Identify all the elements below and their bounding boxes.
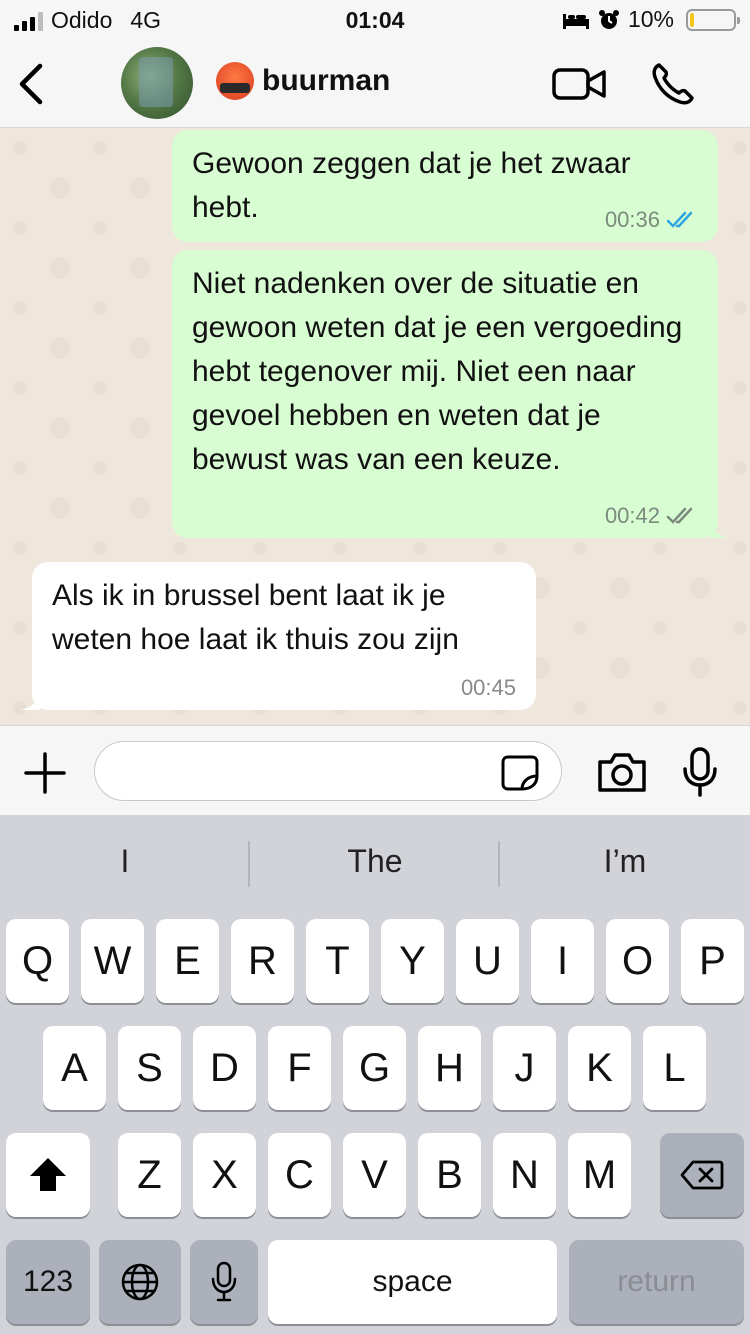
message-time: 00:42 <box>604 503 660 528</box>
double-check-delivered-icon <box>666 507 693 524</box>
key-v[interactable]: V <box>343 1133 406 1217</box>
message-text: Als ik in brussel bent laat ik je weten … <box>52 579 459 656</box>
key-o[interactable]: O <box>606 919 669 1003</box>
key-w[interactable]: W <box>81 919 144 1003</box>
dictation-key[interactable] <box>190 1240 258 1324</box>
key-u[interactable]: U <box>456 919 519 1003</box>
suggestion-1[interactable]: I <box>0 843 250 880</box>
phone-call-icon[interactable] <box>649 60 697 108</box>
microphone-icon[interactable] <box>682 746 718 798</box>
outgoing-message[interactable]: Niet nadenken over de situatie en gewoon… <box>172 250 730 538</box>
key-a[interactable]: A <box>43 1026 106 1110</box>
message-text: Niet nadenken over de situatie en gewoon… <box>192 267 683 476</box>
status-right: 10% <box>562 6 740 33</box>
key-m[interactable]: M <box>568 1133 631 1217</box>
predictive-bar: I The I’m <box>0 815 750 911</box>
avatar[interactable] <box>121 47 193 119</box>
key-z[interactable]: Z <box>118 1133 181 1217</box>
key-l[interactable]: L <box>643 1026 706 1110</box>
message-meta: 00:36 <box>605 208 698 232</box>
alarm-clock-icon <box>598 9 619 29</box>
plus-attach-icon[interactable] <box>22 750 68 796</box>
globe-key[interactable] <box>99 1240 181 1324</box>
composer-bar <box>0 725 750 815</box>
battery-level-fill <box>690 12 694 27</box>
key-r[interactable]: R <box>231 919 294 1003</box>
return-key[interactable]: return <box>569 1240 744 1324</box>
message-input[interactable] <box>94 741 562 801</box>
battery-icon <box>686 8 740 31</box>
numbers-key[interactable]: 123 <box>6 1240 90 1324</box>
key-c[interactable]: C <box>268 1133 331 1217</box>
angry-face-emoji-icon <box>216 62 254 100</box>
key-s[interactable]: S <box>118 1026 181 1110</box>
message-time: 00:36 <box>604 207 660 232</box>
key-d[interactable]: D <box>193 1026 256 1110</box>
key-k[interactable]: K <box>568 1026 631 1110</box>
ios-keyboard: I The I’m Q W E R T Y U I O P A S D F G … <box>0 815 750 1334</box>
key-f[interactable]: F <box>268 1026 331 1110</box>
message-meta: 00:45 <box>461 676 516 700</box>
key-p[interactable]: P <box>681 919 744 1003</box>
key-b[interactable]: B <box>418 1133 481 1217</box>
chat-messages-area[interactable]: Gewoon zeggen dat je het zwaar hebt. 00:… <box>0 128 750 725</box>
camera-icon[interactable] <box>596 750 648 794</box>
incoming-message[interactable]: Als ik in brussel bent laat ik je weten … <box>20 562 536 710</box>
key-t[interactable]: T <box>306 919 369 1003</box>
outgoing-message[interactable]: Gewoon zeggen dat je het zwaar hebt. 00:… <box>172 130 718 242</box>
message-meta: 00:42 <box>605 504 698 528</box>
backspace-icon <box>680 1160 724 1190</box>
shift-key[interactable] <box>6 1133 90 1217</box>
contact-name: buurman <box>262 64 391 97</box>
key-j[interactable]: J <box>493 1026 556 1110</box>
key-g[interactable]: G <box>343 1026 406 1110</box>
bubble-tail <box>20 690 40 710</box>
back-chevron-icon[interactable] <box>14 62 50 106</box>
key-q[interactable]: Q <box>6 919 69 1003</box>
key-x[interactable]: X <box>193 1133 256 1217</box>
key-y[interactable]: Y <box>381 919 444 1003</box>
battery-percent: 10% <box>627 6 674 32</box>
chat-header: buurman <box>0 40 750 128</box>
suggestion-2[interactable]: The <box>250 843 500 880</box>
message-time: 00:45 <box>460 675 516 700</box>
key-n[interactable]: N <box>493 1133 556 1217</box>
video-call-icon[interactable] <box>551 62 607 106</box>
sticker-icon[interactable] <box>500 754 540 792</box>
status-bar: Odido 4G 01:04 10% <box>0 0 750 40</box>
sleep-bed-icon <box>562 13 589 29</box>
key-e[interactable]: E <box>156 919 219 1003</box>
microphone-icon <box>211 1261 237 1302</box>
contact-title[interactable]: buurman <box>216 62 390 100</box>
space-key[interactable]: space <box>268 1240 557 1324</box>
delete-key[interactable] <box>660 1133 744 1217</box>
key-i[interactable]: I <box>531 919 594 1003</box>
double-check-read-icon <box>666 211 693 228</box>
key-h[interactable]: H <box>418 1026 481 1110</box>
bubble-tail <box>710 518 730 538</box>
suggestion-3[interactable]: I’m <box>500 843 750 880</box>
shift-arrow-icon <box>30 1158 66 1191</box>
globe-icon <box>121 1263 159 1301</box>
